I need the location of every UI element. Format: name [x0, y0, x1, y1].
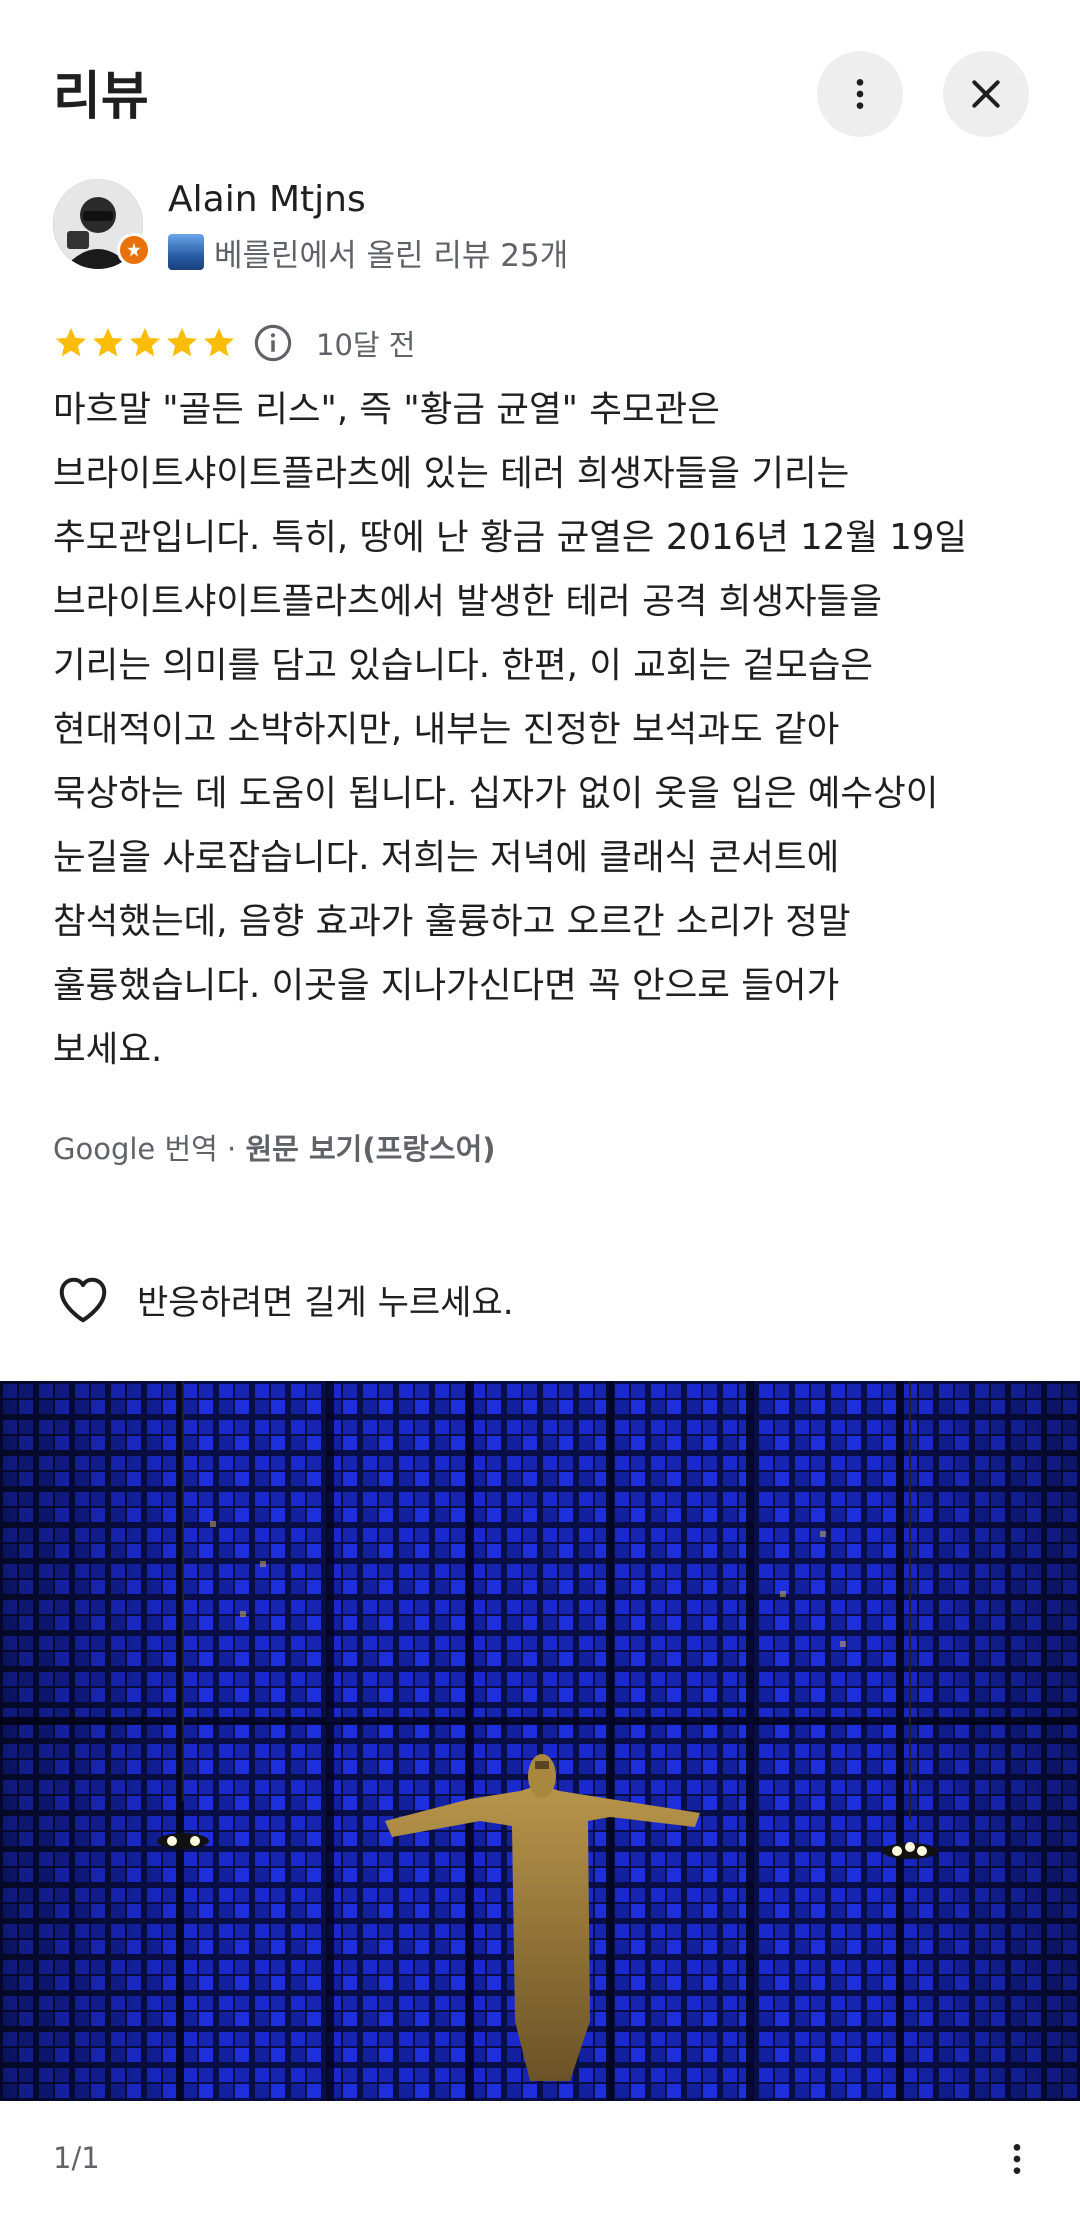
author-meta: 베를린에서 올린 리뷰 25개: [168, 230, 568, 274]
info-icon[interactable]: [252, 322, 294, 364]
reaction-hint: 반응하려면 길게 누르세요.: [137, 1282, 514, 1323]
author-review-count: 베를린에서 올린 리뷰 25개: [214, 237, 569, 274]
rating-row: 10달 전: [53, 318, 415, 368]
author-name[interactable]: Alain Mtjns: [168, 175, 366, 225]
page-title: 리뷰: [53, 67, 149, 127]
reaction-row[interactable]: 반응하려면 길게 누르세요.: [53, 1264, 514, 1334]
translation-prefix: Google 번역 ·: [53, 1132, 246, 1166]
translation-note: Google 번역 · 원문 보기(프랑스어): [53, 1126, 496, 1172]
more-vert-icon: [1013, 2144, 1021, 2174]
star-icon: [56, 328, 86, 357]
heart-icon[interactable]: [53, 1269, 113, 1329]
more-options-button[interactable]: [817, 51, 903, 137]
more-vert-icon: [856, 79, 864, 109]
star-icon: [130, 328, 160, 357]
close-icon: [972, 80, 1000, 108]
review-date: 10달 전: [316, 328, 416, 362]
pendant-lamp-left: [157, 1833, 209, 1849]
local-guide-badge-icon: [117, 233, 151, 267]
close-button[interactable]: [943, 51, 1029, 137]
photo-more-button[interactable]: [993, 2129, 1041, 2189]
city-thumbnail: [168, 234, 204, 270]
star-icon: [204, 328, 234, 357]
star-icon: [167, 328, 197, 357]
review-text: 마흐말 "골든 리스", 즉 "황금 균열" 추모관은 브라이트샤이트플라츠에 …: [53, 389, 968, 1070]
review-photo[interactable]: [0, 1381, 1080, 2101]
photo-counter: 1/1: [53, 2141, 100, 2175]
photo-footer: 1/1: [0, 2101, 1080, 2220]
star-icon: [93, 328, 123, 357]
header: 리뷰: [0, 0, 1080, 170]
church-interior-image: [0, 1381, 1080, 2101]
review-author[interactable]: Alain Mtjns 베를린에서 올린 리뷰 25개: [53, 175, 1033, 275]
view-original-link[interactable]: 원문 보기(프랑스어): [246, 1132, 496, 1166]
star-rating: [53, 325, 238, 361]
